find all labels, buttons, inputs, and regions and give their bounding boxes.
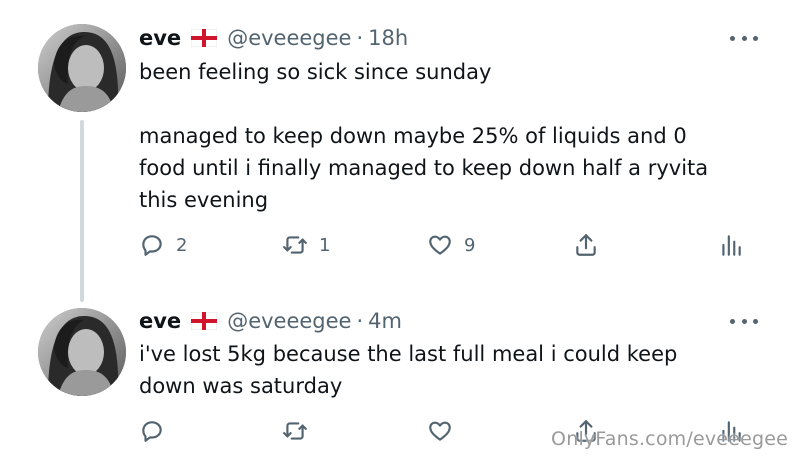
like-button[interactable]: 9	[427, 228, 475, 262]
like-button[interactable]	[427, 414, 464, 448]
tweet-text-line: this evening	[139, 188, 269, 212]
timestamp[interactable]: 18h	[368, 23, 408, 53]
tweet[interactable]: eve @eveeegee · 18h been feeling so sick…	[0, 0, 800, 302]
avatar[interactable]	[38, 308, 126, 396]
heart-icon	[429, 235, 451, 255]
more-options-icon[interactable]	[730, 311, 758, 331]
analytics-button[interactable]	[718, 228, 744, 262]
heart-icon	[429, 421, 451, 441]
tweet-text: i've lost 5kg because the last full meal…	[139, 338, 779, 402]
england-flag-icon	[191, 312, 218, 330]
like-count: 9	[464, 234, 476, 256]
retweet-button[interactable]: 1	[282, 228, 330, 262]
retweet-icon	[283, 236, 307, 254]
timestamp[interactable]: 4m	[368, 306, 402, 336]
tweet-header: eve @eveeegee · 18h	[139, 23, 408, 53]
analytics-icon	[722, 235, 741, 256]
tweet-text: been feeling so sick since sunday manage…	[139, 56, 779, 216]
reply-icon	[142, 235, 162, 256]
separator-dot: ·	[356, 26, 364, 50]
tweet-text-line: down was saturday	[139, 374, 343, 398]
display-name[interactable]: eve	[139, 306, 181, 336]
retweet-button[interactable]	[282, 414, 319, 448]
tweet-text-line: food until i finally managed to keep dow…	[139, 156, 709, 180]
reply-icon	[142, 421, 162, 442]
avatar-photo	[38, 308, 126, 396]
tweet-header: eve @eveeegee · 4m	[139, 306, 402, 336]
separator-dot: ·	[356, 309, 364, 333]
more-options-icon[interactable]	[730, 28, 758, 48]
handle[interactable]: @eveeegee	[227, 306, 351, 336]
watermark: OnlyFans.com/eveeegee	[551, 428, 788, 450]
share-icon	[576, 234, 596, 256]
tweet-text-line: i've lost 5kg because the last full meal…	[139, 342, 678, 366]
reply-button[interactable]: 2	[139, 228, 187, 262]
tweet-actions: 2 1 9	[0, 228, 800, 262]
retweet-count: 1	[319, 234, 331, 256]
display-name[interactable]: eve	[139, 23, 181, 53]
england-flag-icon	[191, 29, 218, 47]
share-button[interactable]	[573, 228, 599, 262]
thread-connector-line	[80, 120, 84, 302]
retweet-icon	[283, 422, 307, 440]
tweet-text-line: managed to keep down maybe 25% of liquid…	[139, 124, 687, 148]
reply-button[interactable]	[139, 414, 176, 448]
handle[interactable]: @eveeegee	[227, 23, 351, 53]
avatar[interactable]	[38, 24, 126, 112]
tweet-text-line: been feeling so sick since sunday	[139, 60, 492, 84]
avatar-photo	[38, 24, 126, 112]
reply-count: 2	[176, 234, 188, 256]
